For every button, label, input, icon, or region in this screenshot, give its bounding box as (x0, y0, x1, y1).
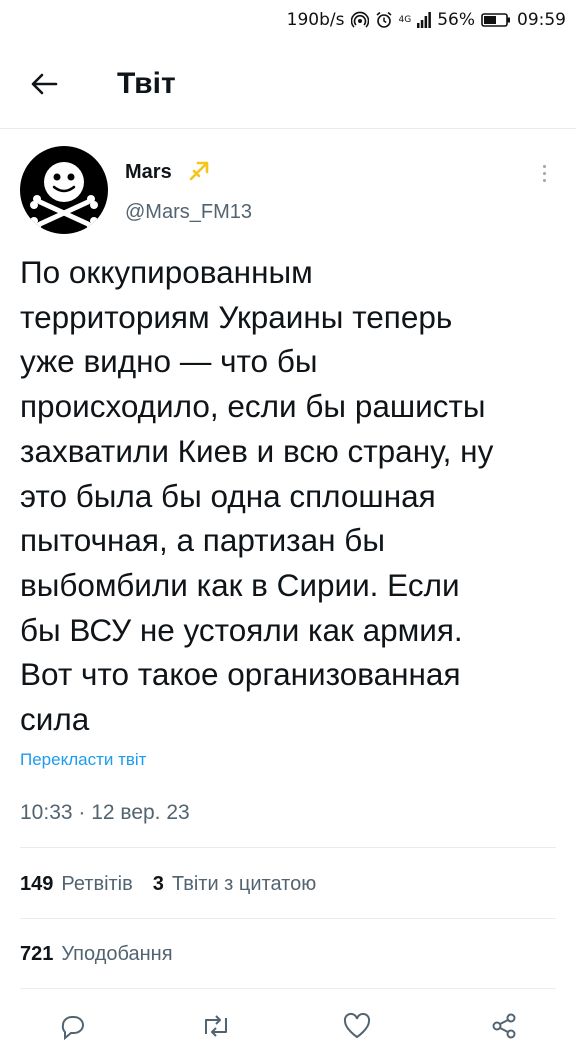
divider (20, 988, 556, 989)
tweet-action-bar (0, 1004, 576, 1044)
retweets-count[interactable]: 149 (20, 871, 53, 897)
quotes-count[interactable]: 3 (153, 871, 164, 897)
top-app-bar: Твіт (0, 40, 576, 129)
alarm-icon (375, 11, 393, 29)
signal-icon (417, 12, 432, 28)
network-type: 4G (398, 15, 412, 25)
share-icon[interactable] (490, 1012, 518, 1045)
back-button[interactable] (24, 66, 64, 102)
arrow-left-icon (31, 73, 58, 95)
divider (20, 918, 556, 919)
divider (20, 847, 556, 848)
likes-stats-row: 721 Уподобання (20, 941, 193, 967)
author-handle[interactable]: @Mars_FM13 (125, 200, 252, 224)
status-bar: 190b/s 4G 56% 09:59 (0, 0, 576, 40)
battery-percent: 56% (437, 10, 475, 30)
page-title: Твіт (117, 67, 176, 100)
clock: 09:59 (517, 10, 566, 30)
more-vertical-icon (542, 164, 546, 168)
tweet-text: По оккупированным территориям Украины те… (20, 254, 494, 738)
tweet-timestamp: 10:33 · 12 вер. 23 (20, 801, 190, 824)
avatar[interactable] (20, 146, 108, 234)
likes-count[interactable]: 721 (20, 941, 53, 967)
likes-label[interactable]: Уподобання (61, 941, 172, 967)
battery-icon (481, 12, 511, 28)
hotspot-icon (350, 11, 369, 29)
translate-tweet-link[interactable]: Перекласти твіт (20, 749, 146, 771)
retweets-label[interactable]: Ретвітів (61, 871, 132, 897)
like-icon[interactable] (342, 1012, 372, 1045)
skull-crossbones-icon (30, 162, 98, 231)
retweet-icon[interactable] (200, 1012, 232, 1045)
more-options-button[interactable] (532, 158, 556, 188)
engagement-stats-row: 149 Ретвітів 3 Твіти з цитатою (20, 871, 336, 897)
reply-icon[interactable] (58, 1012, 86, 1045)
author-display-name[interactable]: Mars (125, 160, 172, 184)
quotes-label[interactable]: Твіти з цитатою (172, 871, 316, 897)
sagittarius-icon (186, 158, 212, 184)
network-speed: 190b/s (286, 10, 345, 30)
